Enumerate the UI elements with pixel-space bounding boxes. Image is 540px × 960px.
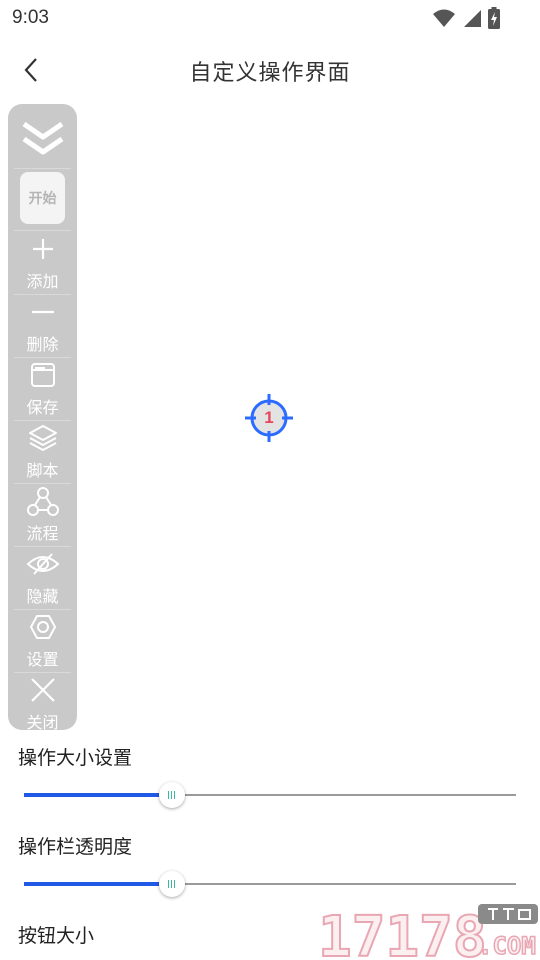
toolbar-opacity-label: 操作栏透明度 [18, 836, 133, 858]
flow-icon [8, 486, 77, 516]
divider [14, 168, 71, 169]
start-button[interactable]: 开始 [20, 172, 65, 224]
action-size-label: 操作大小设置 [18, 747, 133, 769]
crosshair-target[interactable]: 1 [245, 394, 293, 442]
slider-fill [24, 793, 172, 797]
wifi-icon [433, 9, 455, 27]
svg-text:.COM: .COM [478, 932, 536, 960]
slider-thumb[interactable] [158, 871, 185, 897]
crosshair-number: 1 [264, 408, 274, 427]
floating-toolbar: 开始 添加 删除 保存 脚本 流程 隐藏 设置 关闭 [8, 104, 77, 732]
save-button[interactable]: 保存 [8, 358, 77, 420]
layers-icon [8, 423, 77, 453]
slider-fill [24, 882, 172, 886]
hide-button[interactable]: 隐藏 [8, 547, 77, 609]
script-label: 脚本 [26, 461, 59, 480]
collapse-button[interactable] [8, 112, 77, 166]
script-button[interactable]: 脚本 [8, 421, 77, 483]
delete-label: 删除 [26, 335, 59, 354]
battery-icon [488, 7, 500, 29]
hide-label: 隐藏 [26, 587, 59, 606]
add-button[interactable]: 添加 [8, 232, 77, 294]
close-icon [8, 675, 77, 705]
close-button[interactable]: 关闭 [8, 673, 77, 735]
flow-button[interactable]: 流程 [8, 484, 77, 546]
toolbar-opacity-slider[interactable] [24, 869, 516, 899]
close-label: 关闭 [26, 713, 59, 732]
flow-label: 流程 [26, 524, 59, 543]
settings-label: 设置 [26, 650, 59, 669]
plus-icon [8, 234, 77, 264]
svg-text:17178: 17178 [318, 905, 487, 960]
settings-button[interactable]: 设置 [8, 610, 77, 672]
button-size-label: 按钮大小 [18, 925, 95, 947]
slider-thumb[interactable] [158, 782, 185, 808]
status-bar: 9:03 [0, 0, 540, 36]
double-chevron-down-icon [22, 121, 63, 155]
status-time: 9:03 [12, 7, 49, 28]
app-bar: 自定义操作界面 [0, 40, 540, 100]
save-icon [8, 360, 77, 390]
action-size-slider[interactable] [24, 780, 516, 810]
eye-off-icon [8, 549, 77, 579]
gear-icon [8, 612, 77, 642]
minus-icon [8, 297, 77, 327]
page-title: 自定义操作界面 [189, 61, 351, 86]
divider [14, 230, 71, 231]
add-label: 添加 [26, 272, 59, 291]
save-label: 保存 [26, 398, 59, 417]
watermark-logo: 17178 .COM [318, 904, 538, 960]
delete-button[interactable]: 删除 [8, 295, 77, 357]
signal-icon [464, 10, 481, 27]
status-icons [432, 7, 500, 29]
